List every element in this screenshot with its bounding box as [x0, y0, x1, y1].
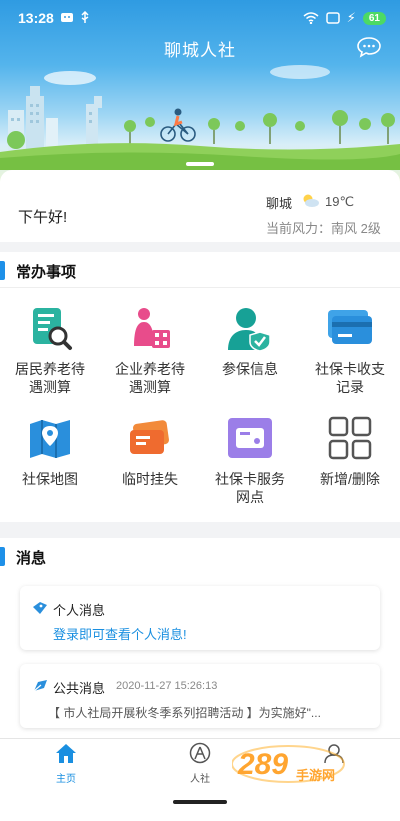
drag-handle[interactable] — [186, 162, 214, 166]
nav-label: 人社 — [190, 774, 210, 785]
grid-edit-icon — [328, 416, 372, 460]
message-date: 2020-11-27 15:26:13 — [116, 680, 218, 692]
service-add-remove[interactable]: 新增/删除 — [300, 414, 400, 526]
service-card-records[interactable]: 社保卡收支 记录 — [300, 304, 400, 416]
resident-pension-calc-icon — [33, 308, 72, 350]
common-services-section: 常办事项 居民养老待 遇测算 企业养老待 遇测算 参保信息 社保卡收支 记录 社… — [0, 252, 400, 522]
screen-icon — [325, 12, 340, 24]
notification-icon — [61, 13, 73, 22]
announcement-icon — [33, 680, 47, 692]
status-bar: 13:28 ⚡ 61 — [0, 0, 400, 36]
service-report-loss[interactable]: 临时挂失 — [100, 414, 200, 526]
section-title: 常办事项 — [16, 264, 77, 281]
system-navigation-area — [0, 788, 400, 821]
city-scene-illustration — [0, 65, 400, 170]
message-tag-icon — [33, 602, 47, 614]
message-title: 公共消息 — [53, 681, 106, 696]
service-label: 临时挂失 — [122, 471, 178, 487]
service-outlet-icon — [228, 418, 272, 458]
nav-label: 主页 — [56, 774, 76, 785]
status-time: 13:28 — [18, 10, 54, 26]
service-enterprise-pension-calc[interactable]: 企业养老待 遇测算 — [100, 304, 200, 416]
section-title: 消息 — [16, 550, 47, 567]
service-label: 居民养老待 遇测算 — [15, 361, 85, 395]
nav-home[interactable]: 主页 — [36, 742, 96, 785]
service-resident-pension-calc[interactable]: 居民养老待 遇测算 — [0, 304, 100, 416]
message-snippet: 【 市人社局开展秋冬季系列招聘活动 】为实施好"... — [48, 706, 321, 720]
charging-icon: ⚡ — [346, 10, 356, 25]
greeting-card: 下午好! 聊城 19℃ 当前风力：南风 2级 — [0, 170, 400, 242]
service-label: 参保信息 — [222, 361, 278, 377]
watermark-number: 289 — [237, 748, 288, 781]
card-records-icon — [328, 310, 372, 344]
nav-renshe[interactable]: 人社 — [170, 742, 230, 785]
service-label: 企业养老待 遇测算 — [115, 361, 185, 395]
people-icon — [189, 742, 211, 764]
service-outlet[interactable]: 社保卡服务 网点 — [200, 414, 300, 526]
enterprise-pension-calc-icon — [134, 308, 170, 348]
section-header: 消息 — [0, 538, 400, 574]
weather-wind: 当前风力：南风 2级 — [266, 221, 381, 236]
app-title: 聊城人社 — [164, 41, 236, 60]
gesture-bar[interactable] — [173, 800, 227, 804]
insurance-info-icon — [228, 308, 271, 352]
service-label: 社保地图 — [22, 471, 78, 487]
wifi-icon — [303, 12, 319, 24]
service-label: 社保卡收支 记录 — [315, 361, 385, 395]
messages-section: 消息 个人消息 登录即可查看个人消息! 公共消息 2020-11-27 15:2… — [0, 538, 400, 738]
service-insurance-info[interactable]: 参保信息 — [200, 304, 300, 416]
message-title: 个人消息 — [53, 603, 106, 618]
map-icon — [30, 420, 70, 458]
header-banner: 13:28 ⚡ 61 聊城人社 — [0, 0, 400, 185]
personal-message-card[interactable]: 个人消息 登录即可查看个人消息! — [20, 586, 380, 650]
home-icon — [56, 744, 76, 763]
public-message-card[interactable]: 公共消息 2020-11-27 15:26:13 【 市人社局开展秋冬季系列招聘… — [20, 664, 380, 728]
section-header: 常办事项 — [0, 252, 400, 288]
chat-bubble-icon — [357, 37, 381, 58]
battery-indicator: 61 — [362, 11, 386, 25]
customer-service-button[interactable] — [356, 36, 382, 58]
weather-city: 聊城 — [266, 196, 293, 211]
partly-cloudy-icon — [303, 194, 319, 207]
service-label: 新增/删除 — [320, 471, 380, 487]
watermark-logo: 289 手游网 — [232, 745, 345, 784]
login-to-view-link[interactable]: 登录即可查看个人消息! — [53, 624, 187, 643]
service-label: 社保卡服务 网点 — [215, 471, 285, 505]
service-map[interactable]: 社保地图 — [0, 414, 100, 526]
report-loss-icon — [130, 420, 169, 454]
watermark-site: 手游网 — [296, 768, 335, 784]
weather-temperature: 19℃ — [325, 194, 355, 209]
greeting-text: 下午好! — [18, 209, 68, 226]
usb-icon — [81, 11, 89, 23]
